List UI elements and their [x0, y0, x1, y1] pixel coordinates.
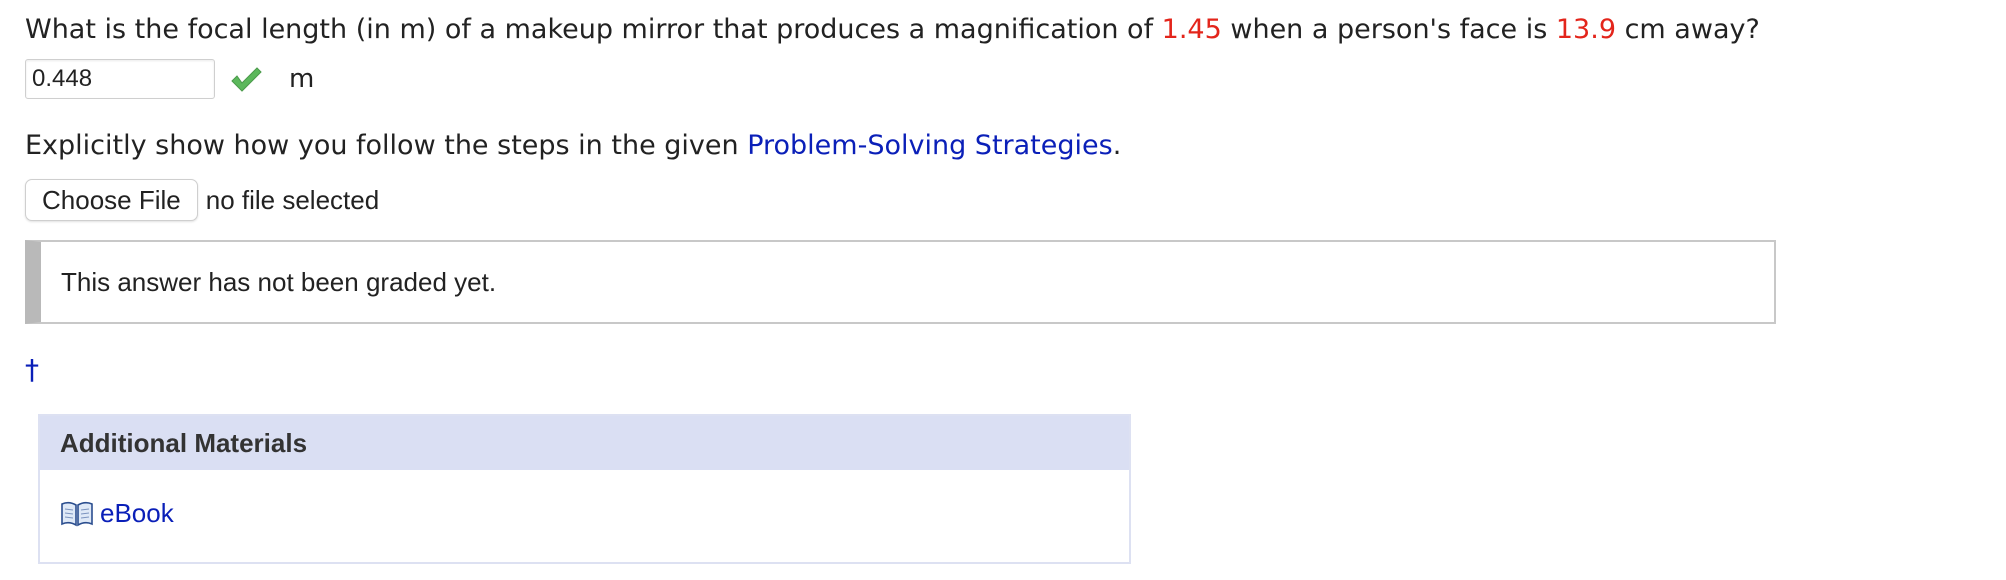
question-prefix: What is the focal length (in m) of a mak… [25, 14, 1162, 45]
magnification-value: 1.45 [1161, 14, 1222, 45]
check-icon [229, 64, 263, 94]
instructions-suffix: . [1112, 130, 1122, 161]
question-middle: when a person's face is [1221, 14, 1556, 45]
additional-materials-panel: Additional Materials eBook [38, 414, 1131, 564]
book-icon[interactable] [60, 500, 94, 528]
ebook-link[interactable]: eBook [100, 498, 174, 529]
file-status: no file selected [205, 184, 380, 215]
answer-input[interactable] [25, 59, 215, 99]
grading-status-box: This answer has not been graded yet. [25, 240, 1776, 324]
additional-materials-title: Additional Materials [60, 427, 308, 458]
distance-value: 13.9 [1555, 14, 1616, 45]
question-suffix: cm away? [1616, 14, 1760, 45]
additional-materials-list: eBook [40, 470, 1129, 529]
answer-row: m [25, 57, 314, 101]
question-text: What is the focal length (in m) of a mak… [25, 12, 1760, 48]
problem-solving-strategies-link[interactable]: Problem-Solving Strategies [747, 130, 1113, 161]
footnote-dagger[interactable]: † [25, 352, 39, 388]
unit-label: m [289, 64, 315, 94]
choose-file-button[interactable]: Choose File [25, 179, 198, 221]
instructions-text: Explicitly show how you follow the steps… [25, 128, 1121, 164]
file-upload: Choose File no file selected [25, 178, 379, 222]
instructions-prefix: Explicitly show how you follow the steps… [25, 130, 748, 161]
grading-message: This answer has not been graded yet. [61, 266, 497, 297]
additional-materials-header: Additional Materials [40, 416, 1129, 470]
